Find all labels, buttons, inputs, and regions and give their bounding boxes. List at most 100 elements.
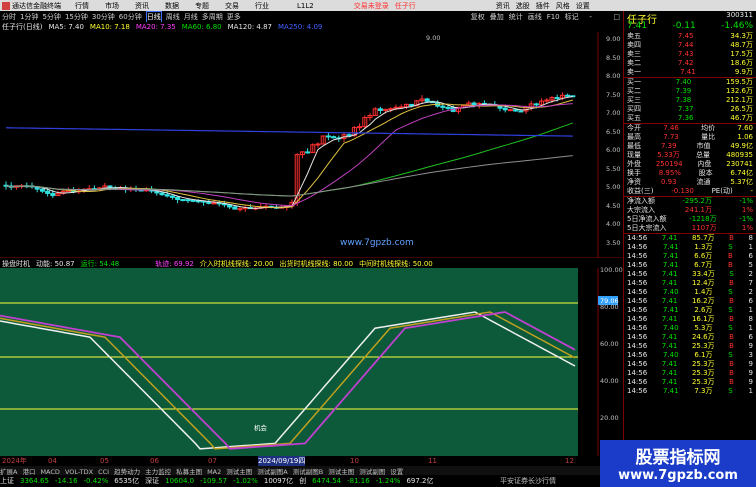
trade-volume: 25.3万 — [692, 360, 715, 369]
entry-line: 介入时机线探线: 20.00 — [200, 259, 274, 268]
trade-count: 1 — [749, 387, 753, 396]
period-month[interactable]: 月线 — [184, 12, 198, 22]
trade-count: 3 — [749, 351, 753, 360]
menu-plugin[interactable]: 插件 — [536, 1, 550, 11]
period-multi[interactable]: 多周期 — [202, 12, 223, 22]
tool-f10[interactable]: F10 — [547, 13, 560, 21]
indicator-tab[interactable]: 趋势动力 — [114, 468, 140, 476]
flow-label: 5日净流入额 — [627, 215, 666, 224]
indicator-tab[interactable]: VOL-TDX — [65, 468, 93, 476]
flow-row: 5日大宗流入 1107万 1% — [624, 224, 756, 233]
menu-industry[interactable]: 行业 — [255, 1, 269, 11]
period-1m[interactable]: 1分钟 — [20, 12, 38, 22]
indicator-tab[interactable]: 测试副图 — [359, 468, 385, 476]
flow-value: -1218万 — [689, 215, 716, 224]
index-name[interactable]: 上证 — [0, 477, 14, 485]
price-tick: 7.00 — [606, 109, 620, 117]
indicator-chart[interactable]: 79.06 机会 100.0080.0060.0040.0020.000.00 — [0, 268, 622, 466]
indicator-tab[interactable]: 测试主图 — [328, 468, 354, 476]
stat-row: 净资 0.93 流通 5.37亿 — [624, 178, 756, 187]
candle-body — [233, 207, 237, 209]
candle-body — [446, 107, 450, 108]
menu-quote[interactable]: 行情 — [75, 1, 89, 11]
indicator-tab[interactable]: CCI — [98, 468, 109, 476]
tool-stats[interactable]: 统计 — [509, 12, 523, 22]
menu-settings[interactable]: 设置 — [576, 1, 590, 11]
indicator-tab[interactable]: 主力监控 — [145, 468, 171, 476]
ask-price: 7.42 — [678, 59, 694, 68]
stat-value: 5.37亿 — [730, 178, 753, 187]
login-status[interactable]: 交易未登录 — [354, 1, 389, 11]
menu-style[interactable]: 风格 — [556, 1, 570, 11]
trade-count: 7 — [749, 279, 753, 288]
period-fs[interactable]: 分时 — [2, 12, 16, 22]
ask-row: 卖二 7.42 18.6万 — [624, 59, 756, 68]
tool-draw[interactable]: 画线 — [528, 12, 542, 22]
trade-row: 14:56 7.41 16.1万 B 8 — [624, 315, 756, 324]
bid-label: 买三 — [627, 96, 641, 105]
indicator-tab[interactable]: 港口 — [22, 468, 35, 476]
candlestick-chart[interactable]: 9.00 www.7gpzb.com 9.00 8.50 8.00 7.50 7.00 6… — [0, 32, 622, 258]
stat-label: 现量 — [627, 151, 641, 160]
menu-info[interactable]: 资讯 — [135, 1, 149, 11]
trade-row: 14:56 7.41 85.7万 B 8 — [624, 234, 756, 243]
indicator-tab[interactable]: 扩展A — [0, 468, 17, 476]
maximize-icon[interactable]: □ — [610, 12, 624, 22]
ma60-label: MA60: 6.80 — [182, 23, 222, 31]
trade-volume: 25.3万 — [692, 369, 715, 378]
indicator-name[interactable]: 操盘时机 — [2, 259, 30, 268]
menu-l1l2[interactable]: L1L2 — [297, 2, 314, 10]
menu-topic[interactable]: 专题 — [195, 1, 209, 11]
status-holder: 上证 3364.65 -14.16 -0.42% 6535亿 深证 10604.0 -109.… — [0, 476, 440, 486]
menu-data[interactable]: 数据 — [165, 1, 179, 11]
index-pct: -1.02% — [233, 477, 258, 485]
candle-body — [186, 200, 190, 201]
date-2: 05 — [100, 457, 109, 465]
menu-news[interactable]: 资讯 — [496, 1, 510, 11]
bid-row: 买五 7.36 46.7万 — [624, 114, 756, 123]
menu-market[interactable]: 市场 — [105, 1, 119, 11]
candlestick-svg — [0, 32, 622, 258]
trade-side: S — [728, 324, 732, 333]
indicator-tab[interactable]: MA2 — [207, 468, 221, 476]
trade-price: 7.41 — [662, 270, 678, 279]
bid-label: 买一 — [627, 78, 641, 87]
trade-volume: 25.3万 — [692, 342, 715, 351]
minimize-icon[interactable]: - — [584, 12, 598, 22]
opportunity-label: 机会 — [254, 422, 267, 432]
tool-adjust[interactable]: 复权 — [471, 12, 485, 22]
indicator-tab[interactable]: 测试主图 — [226, 468, 252, 476]
tool-mark[interactable]: 标记 — [565, 12, 579, 22]
indicator-tab[interactable]: 测试副图A — [257, 468, 287, 476]
trade-volume: 6.7万 — [694, 261, 712, 270]
candle-body — [316, 144, 320, 145]
price-tick: 7.50 — [606, 91, 620, 99]
tool-overlay[interactable]: 叠加 — [490, 12, 504, 22]
period-week[interactable]: 周线 — [166, 12, 180, 22]
period-30m[interactable]: 30分钟 — [92, 12, 115, 22]
date-4: 07 — [208, 457, 217, 465]
menu-select[interactable]: 选股 — [516, 1, 530, 11]
index-name[interactable]: 深证 — [145, 477, 159, 485]
period-15m[interactable]: 15分钟 — [65, 12, 88, 22]
bid-label: 买四 — [627, 105, 641, 114]
index-name[interactable]: 创 — [299, 477, 306, 485]
menu-trade[interactable]: 交易 — [225, 1, 239, 11]
candle-body — [347, 135, 351, 136]
indicator-tab[interactable]: 测试副图B — [293, 468, 323, 476]
trade-row: 14:56 7.41 6.7万 B 5 — [624, 261, 756, 270]
trade-side: B — [729, 333, 734, 342]
period-60m[interactable]: 60分钟 — [119, 12, 142, 22]
trade-price: 7.41 — [662, 333, 678, 342]
indicator-tab[interactable]: MACD — [40, 468, 59, 476]
stat-value: 6.74亿 — [730, 169, 753, 178]
period-day[interactable]: 日线 — [146, 11, 162, 22]
candle-body — [212, 203, 216, 204]
period-5m[interactable]: 5分钟 — [42, 12, 60, 22]
price-tick: 5.00 — [606, 183, 620, 191]
period-more[interactable]: 更多 — [227, 12, 241, 22]
indicator-tab[interactable]: 设置 — [390, 468, 403, 476]
indicator-tab[interactable]: 私募主图 — [176, 468, 202, 476]
indicator-header: 操盘时机 动能: 50.87 运行: 54.48 轨迹: 69.92 介入时机线… — [0, 259, 622, 268]
ask-volume: 34.3万 — [730, 32, 753, 41]
